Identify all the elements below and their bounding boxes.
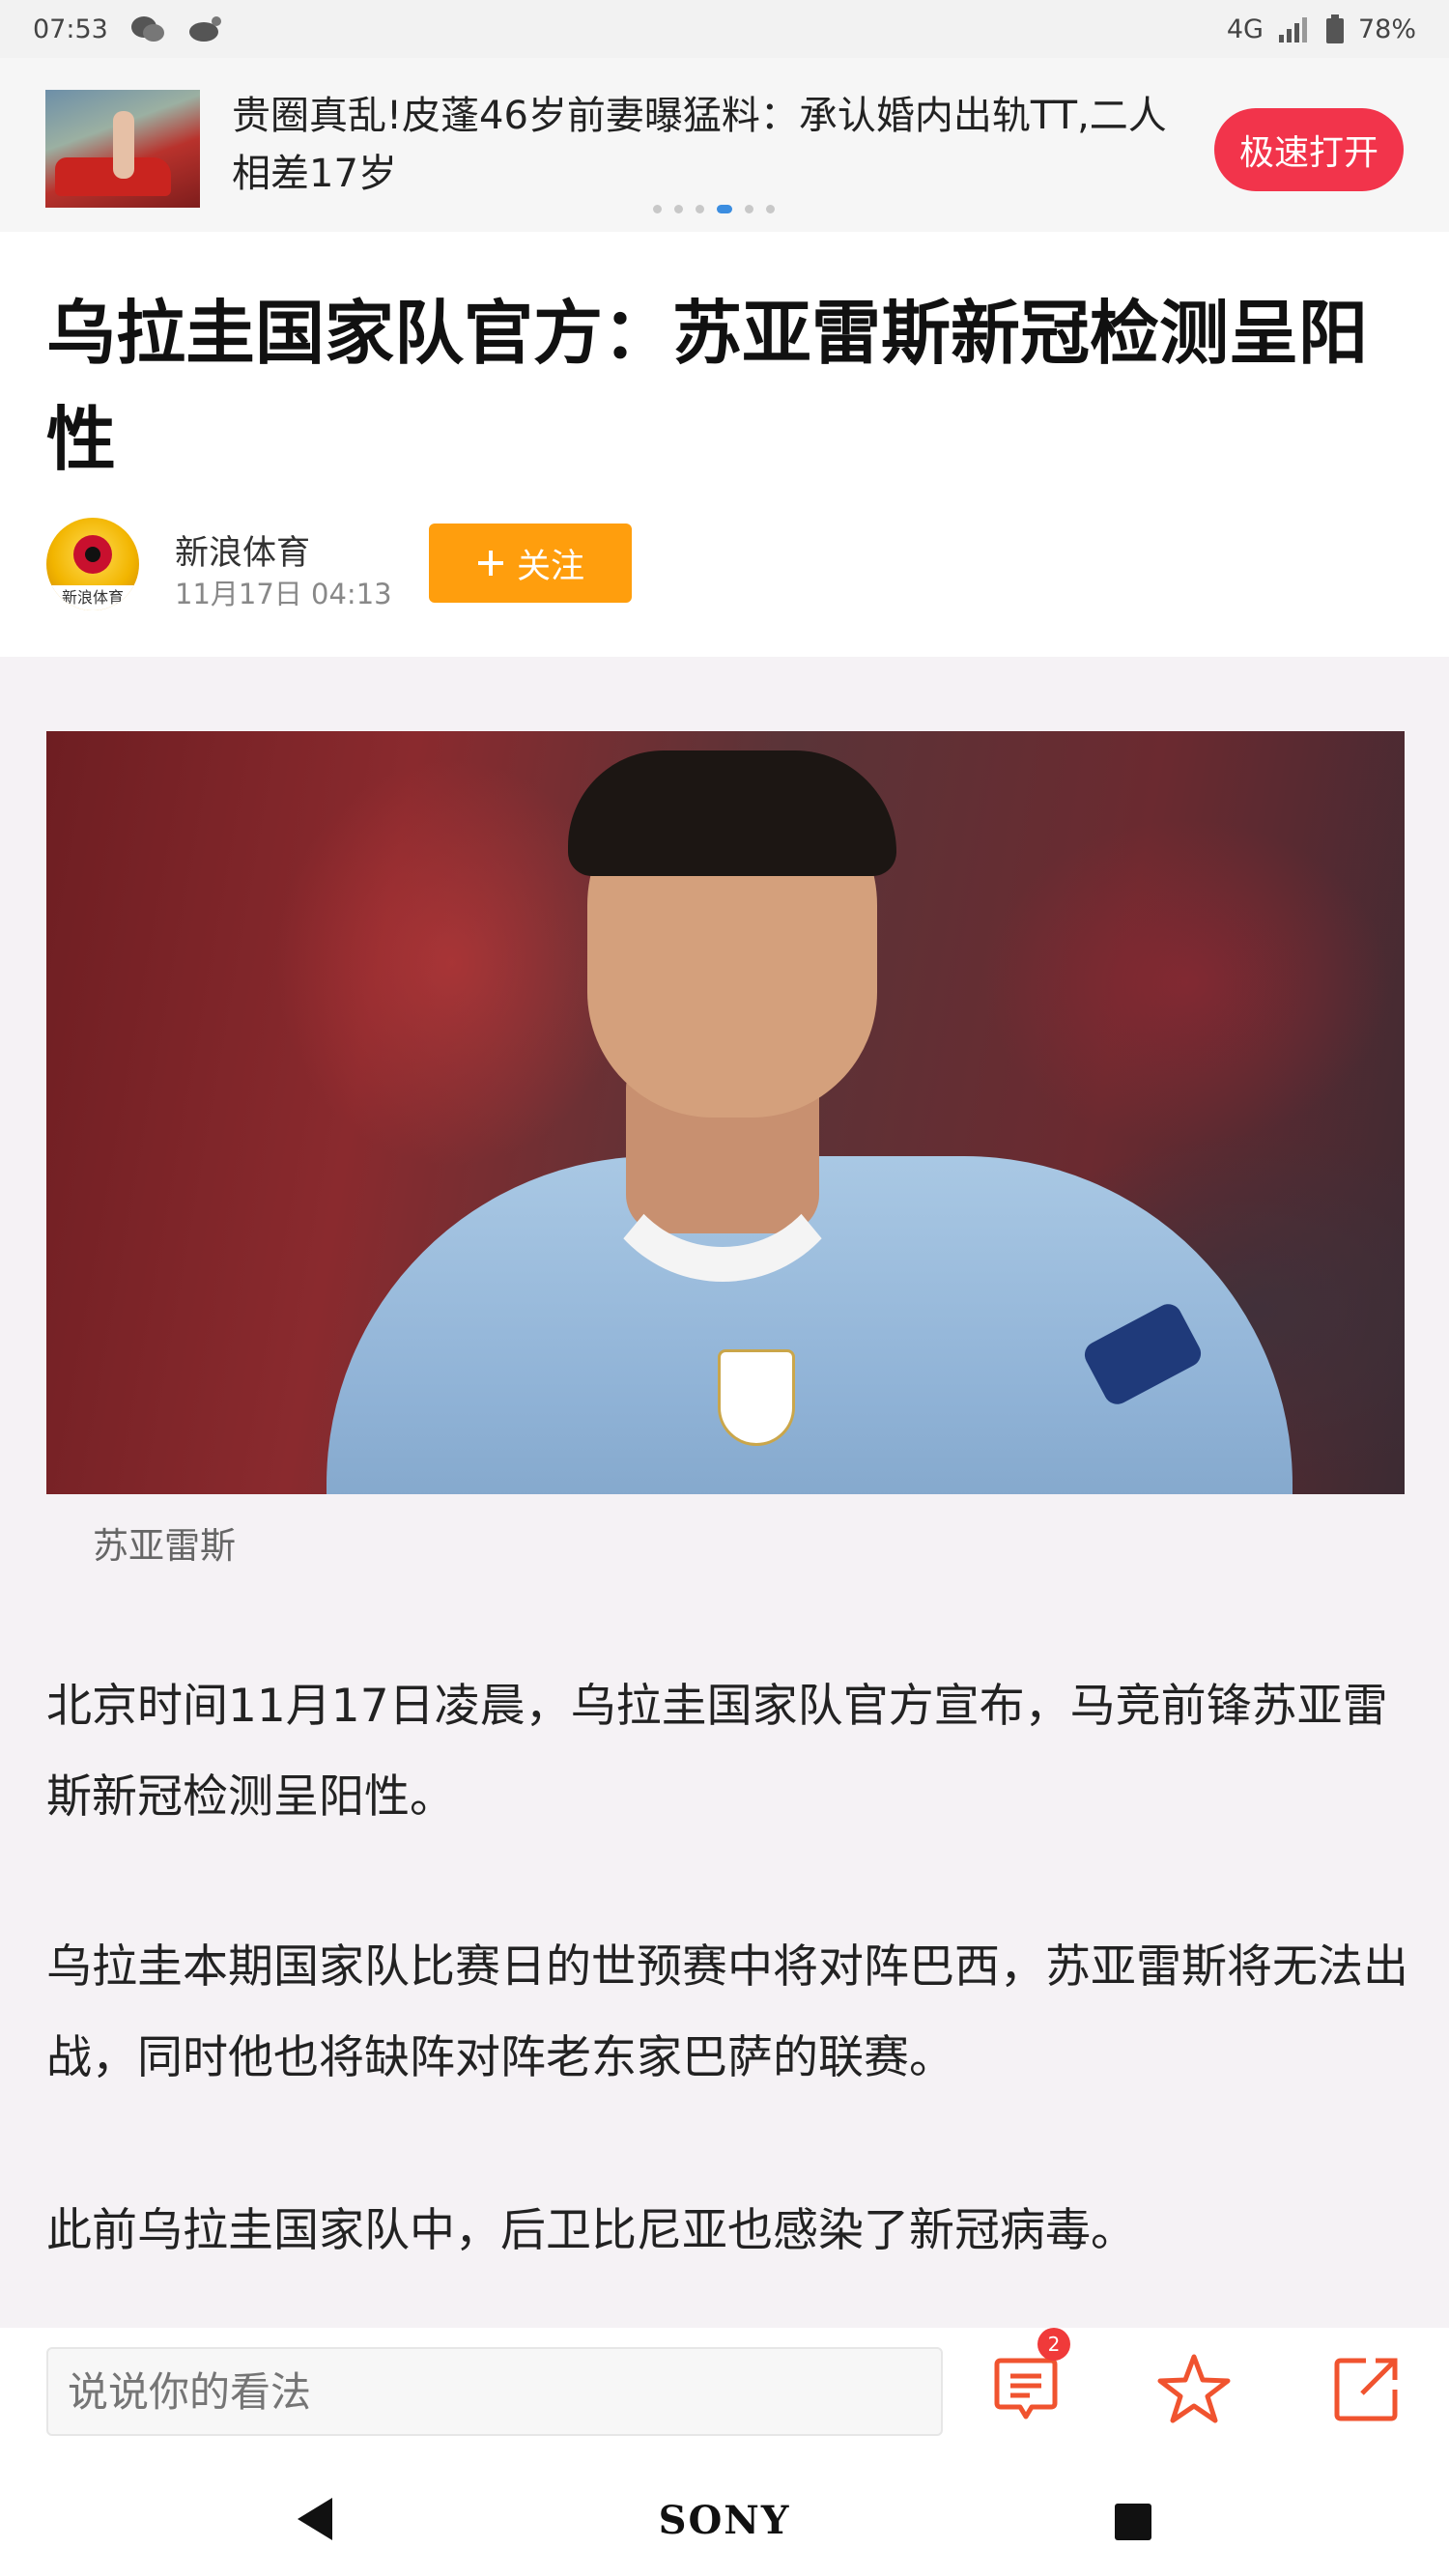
system-nav-bar: SONY <box>0 2463 1449 2576</box>
article-paragraph: 北京时间11月17日凌晨，乌拉圭国家队官方宣布，马竞前锋苏亚雷斯新冠检测呈阳性。 <box>46 1680 1388 1824</box>
ad-carousel-dots <box>653 205 775 213</box>
ad-open-button[interactable]: 极速打开 <box>1214 108 1404 191</box>
comment-input[interactable] <box>46 2347 943 2436</box>
sony-logo: SONY <box>658 2498 791 2543</box>
recent-apps-icon[interactable] <box>1115 2504 1151 2540</box>
weibo-icon <box>188 16 221 42</box>
ad-headline[interactable]: 贵圈真乱!皮蓬46岁前妻曝猛料：承认婚内出轨TT,二人相差17岁 <box>232 87 1188 203</box>
network-type: 4G <box>1226 14 1264 44</box>
carousel-dot <box>766 205 775 213</box>
follow-label: 关注 <box>516 547 584 586</box>
status-bar: 07:53 4G 78% <box>0 0 1449 58</box>
comment-bar <box>0 2328 1449 2463</box>
comment-count-badge: 2 <box>1037 2328 1070 2361</box>
avatar-label: 新浪体育 <box>46 585 139 610</box>
sina-eye-logo <box>73 535 112 574</box>
battery-icon <box>1325 14 1344 43</box>
author-avatar[interactable]: 新浪体育 <box>46 518 139 610</box>
signal-icon <box>1278 17 1307 42</box>
back-icon[interactable] <box>290 2494 340 2544</box>
carousel-dot <box>674 205 683 213</box>
carousel-dot <box>745 205 753 213</box>
article-photo[interactable] <box>46 731 1405 1494</box>
share-icon[interactable] <box>1327 2351 1405 2428</box>
wechat-icon <box>130 16 164 42</box>
comment-icon[interactable] <box>987 2351 1065 2428</box>
star-favorite-icon[interactable] <box>1155 2351 1233 2428</box>
carousel-dot <box>653 205 662 213</box>
status-time: 07:53 <box>33 14 108 44</box>
article-paragraph: 乌拉圭本期国家队比赛日的世预赛中将对阵巴西，苏亚雷斯将无法出战，同时他也将缺阵对… <box>46 1940 1408 2084</box>
article-title: 乌拉圭国家队官方：苏亚雷斯新冠检测呈阳性 <box>46 293 1369 480</box>
ad-banner[interactable]: 贵圈真乱!皮蓬46岁前妻曝猛料：承认婚内出轨TT,二人相差17岁 极速打开 <box>0 58 1449 232</box>
photo-hair <box>568 750 896 876</box>
author-row: 新浪体育 新浪体育 11月17日 04:13 关注 <box>46 518 1408 614</box>
carousel-dot <box>696 205 704 213</box>
publish-time: 11月17日 04:13 <box>175 578 392 610</box>
plus-icon <box>477 551 503 576</box>
photo-crest <box>718 1349 795 1446</box>
author-name[interactable]: 新浪体育 <box>175 525 310 575</box>
ad-thumbnail-person <box>113 111 134 179</box>
article-paragraph: 此前乌拉圭国家队中，后卫比尼亚也感染了新冠病毒。 <box>46 2204 1136 2257</box>
follow-button[interactable]: 关注 <box>429 524 632 603</box>
battery-level: 78% <box>1357 14 1416 44</box>
carousel-dot-active <box>717 205 732 213</box>
ad-thumbnail[interactable] <box>45 90 200 208</box>
photo-caption: 苏亚雷斯 <box>93 1525 236 1567</box>
